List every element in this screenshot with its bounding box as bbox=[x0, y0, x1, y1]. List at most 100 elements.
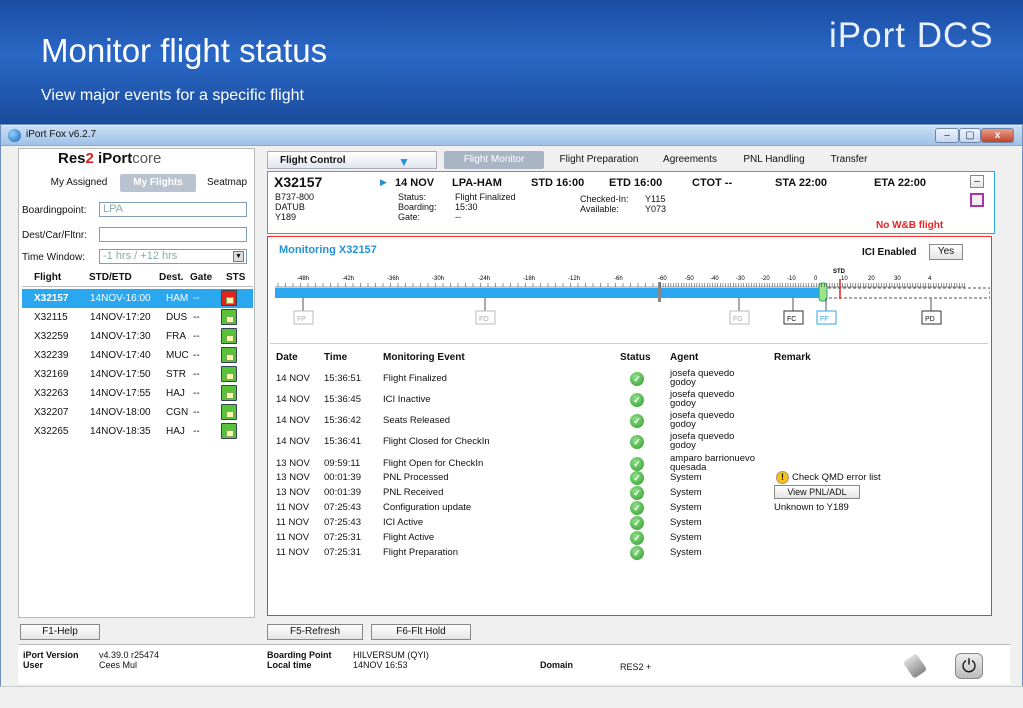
tab-my-assigned[interactable]: My Assigned bbox=[42, 174, 116, 192]
destcar-input[interactable] bbox=[99, 227, 247, 242]
view-pnl-button[interactable]: View PNL/ADL bbox=[774, 485, 860, 499]
timeline-labels: -48h -42h -36h -30h -24h -18h -12h -6h -60 -50 -40… bbox=[297, 276, 932, 282]
wb-warning: No W&B flight bbox=[876, 220, 944, 231]
timeline-svg: STD -48h -42h -36h -30h -24h -18h -12h -6h -60 -5… bbox=[275, 269, 991, 325]
destcar-label: Dest/Car/Fltnr: bbox=[22, 230, 88, 241]
tab-pnl-handling[interactable]: PNL Handling bbox=[735, 151, 813, 169]
row-time: 14NOV-18:35 bbox=[90, 426, 151, 437]
timeline-label: 10 bbox=[841, 276, 848, 282]
monitor-title: Monitoring X32157 bbox=[279, 244, 377, 256]
check-icon: ✓ bbox=[630, 501, 644, 515]
close-button[interactable]: x bbox=[981, 128, 1014, 143]
event-date: 11 NOV bbox=[276, 502, 310, 513]
tab-flight-preparation[interactable]: Flight Preparation bbox=[552, 151, 646, 169]
aircraft-reg: DATUB bbox=[275, 202, 305, 212]
power-icon[interactable]: ⏻ bbox=[955, 653, 983, 679]
refresh-button[interactable]: F5-Refresh bbox=[267, 624, 363, 640]
chevron-down-icon[interactable]: ▼ bbox=[233, 251, 244, 262]
timeline-label: 30 bbox=[894, 276, 901, 282]
row-time: 14NOV-17:50 bbox=[90, 369, 151, 380]
row-flight: X32259 bbox=[34, 331, 69, 342]
domain-label: Domain bbox=[540, 660, 574, 670]
marker-label: FC bbox=[787, 316, 796, 323]
flight-row[interactable]: X32259 14NOV-17:30 FRA -- bbox=[22, 327, 253, 346]
bottom-strip bbox=[0, 686, 1023, 708]
flight-row[interactable]: X32265 14NOV-18:35 HAJ -- bbox=[22, 422, 253, 441]
lock-open-icon bbox=[221, 404, 237, 420]
collapse-button[interactable]: – bbox=[970, 175, 984, 188]
tab-transfer[interactable]: Transfer bbox=[823, 151, 875, 169]
ici-yes-button[interactable]: Yes bbox=[929, 244, 963, 260]
flight-row[interactable]: X32239 14NOV-17:40 MUC -- bbox=[22, 346, 253, 365]
event-name: Flight Finalized bbox=[383, 373, 447, 384]
tab-my-flights[interactable]: My Flights bbox=[120, 174, 196, 192]
event-time: 07:25:43 bbox=[324, 502, 361, 513]
event-date: 13 NOV bbox=[276, 487, 310, 498]
timeline-label: -36h bbox=[387, 276, 399, 282]
timewindow-select[interactable]: -1 hrs / +12 hrs bbox=[99, 249, 247, 264]
play-icon: ▶ bbox=[380, 177, 387, 187]
checkedin-value: Y115 bbox=[645, 194, 666, 204]
version-label: iPort Version bbox=[23, 650, 79, 660]
check-icon: ✓ bbox=[630, 457, 644, 471]
row-gate: -- bbox=[193, 331, 200, 342]
event-time: 15:36:42 bbox=[324, 415, 361, 426]
minimize-button[interactable]: – bbox=[935, 128, 959, 143]
flt-hold-button[interactable]: F6-Flt Hold bbox=[371, 624, 471, 640]
flight-row[interactable]: X32115 14NOV-17:20 DUS -- bbox=[22, 308, 253, 327]
timeline-label: -30h bbox=[432, 276, 444, 282]
tab-flight-monitor[interactable]: Flight Monitor bbox=[444, 151, 544, 169]
event-time: 15:36:45 bbox=[324, 394, 361, 405]
tab-seatmap[interactable]: Seatmap bbox=[202, 174, 252, 192]
help-button[interactable]: F1-Help bbox=[20, 624, 100, 640]
row-time: 14NOV-17:55 bbox=[90, 388, 151, 399]
logo-iport: iPort bbox=[93, 150, 133, 167]
event-agent: System bbox=[670, 532, 702, 543]
row-flight: X32169 bbox=[34, 369, 69, 380]
row-time: 14NOV-18:00 bbox=[90, 407, 151, 418]
monitor-timeline: STD -48h -42h -36h -30h -24h -18h -12h -6h -60 -5… bbox=[270, 265, 991, 335]
timeline-markers: FP FO FG FC FF PD bbox=[293, 298, 942, 325]
flight-row[interactable]: X32157 14NOV-16:00 HAM -- bbox=[22, 289, 253, 308]
lock-open-icon bbox=[221, 423, 237, 439]
brand-logo: iPort DCS bbox=[829, 16, 994, 55]
event-agent: System bbox=[670, 517, 702, 528]
detail-icon[interactable] bbox=[970, 193, 984, 207]
user-label: User bbox=[23, 660, 44, 670]
marker-label: FG bbox=[733, 316, 743, 323]
event-agent: System bbox=[670, 547, 702, 558]
event-name: Flight Open for CheckIn bbox=[383, 458, 484, 469]
flight-row[interactable]: X32169 14NOV-17:50 STR -- bbox=[22, 365, 253, 384]
bp-label: Boarding Point bbox=[267, 650, 332, 660]
check-icon: ✓ bbox=[630, 531, 644, 545]
tab-flight-control[interactable]: Flight Control bbox=[267, 151, 437, 169]
timeline-bar-right bbox=[822, 287, 991, 299]
col-sts: STS bbox=[226, 272, 246, 283]
timeline-bar-mid bbox=[656, 288, 823, 298]
timeline-label: 4 bbox=[928, 276, 932, 282]
logo-res: Res bbox=[58, 150, 86, 167]
row-flight: X32207 bbox=[34, 407, 69, 418]
col-time: Time bbox=[324, 352, 348, 363]
timeline-label: -40 bbox=[710, 276, 719, 282]
flight-row[interactable]: X32207 14NOV-18:00 CGN -- bbox=[22, 403, 253, 422]
event-time: 15:36:41 bbox=[324, 436, 361, 447]
col-remark: Remark bbox=[774, 352, 811, 363]
timeline-label: -6h bbox=[614, 276, 623, 282]
row-flight: X32157 bbox=[34, 293, 69, 304]
boardingpoint-input[interactable]: LPA bbox=[99, 202, 247, 217]
maximize-button[interactable]: ▢ bbox=[959, 128, 981, 143]
chevron-down-icon[interactable]: ▼ bbox=[398, 155, 410, 169]
list-divider bbox=[22, 286, 253, 287]
window-titlebar bbox=[1, 126, 1022, 146]
row-dest: STR bbox=[166, 369, 186, 380]
logo-2: 2 bbox=[85, 150, 94, 167]
row-gate: -- bbox=[193, 312, 200, 323]
flight-row[interactable]: X32263 14NOV-17:55 HAJ -- bbox=[22, 384, 253, 403]
warning-icon: ! bbox=[776, 471, 789, 484]
available-value: Y073 bbox=[645, 204, 667, 214]
tab-agreements[interactable]: Agreements bbox=[656, 151, 724, 169]
lock-closed-icon bbox=[221, 290, 237, 306]
event-name: Flight Preparation bbox=[383, 547, 458, 558]
col-flight: Flight bbox=[34, 272, 62, 283]
